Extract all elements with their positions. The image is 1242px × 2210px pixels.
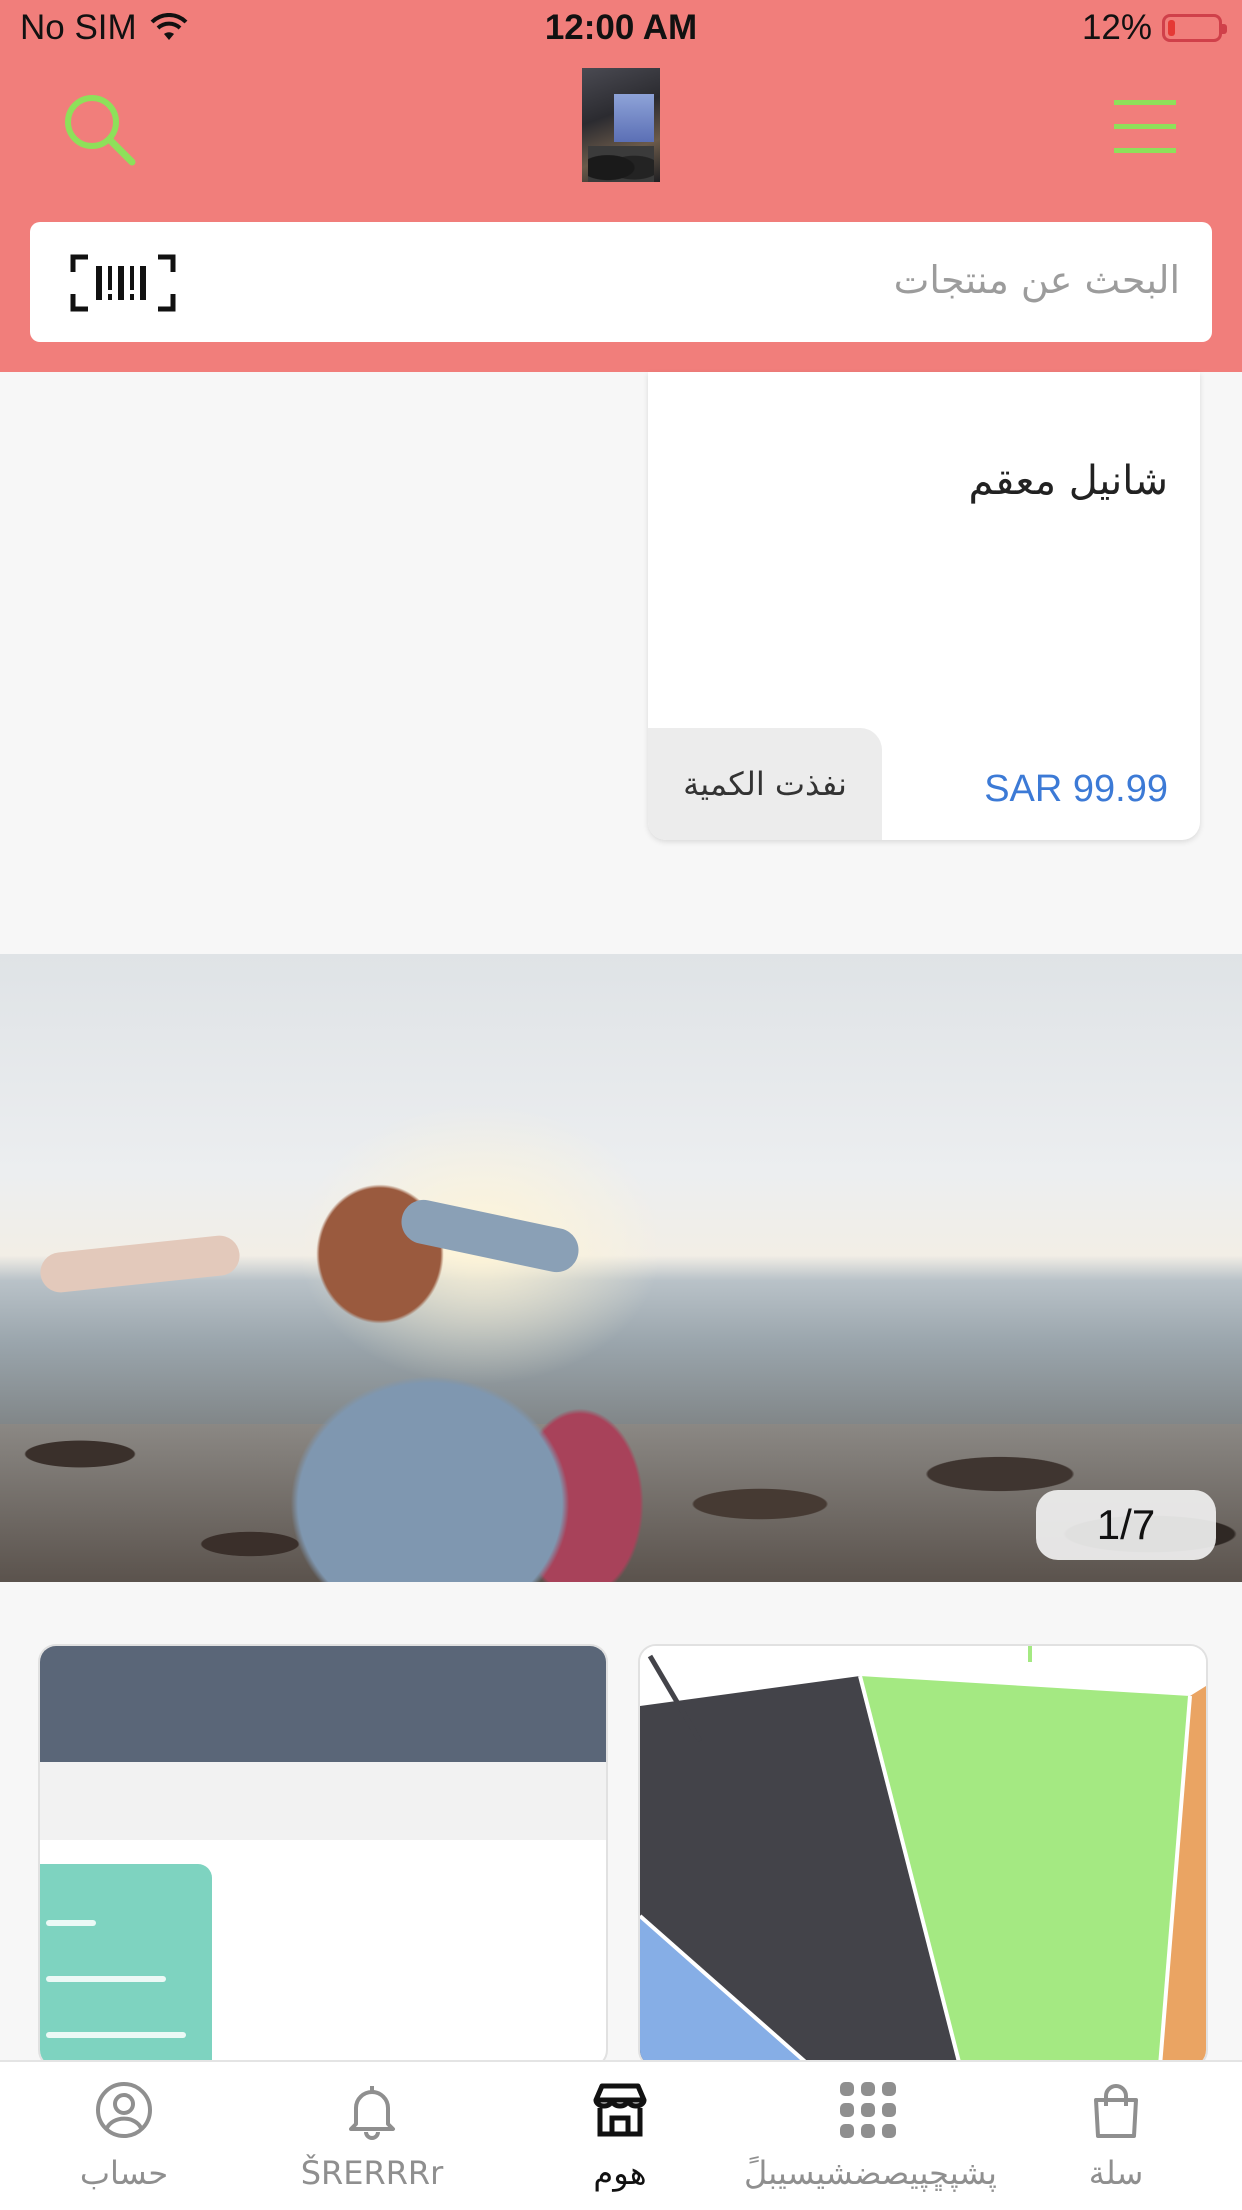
tab-notifications-label: ŠRERRRr xyxy=(300,2154,444,2192)
status-bar: No SIM 12:00 AM 12% xyxy=(0,0,1242,62)
tab-notifications[interactable]: ŠRERRRr xyxy=(248,2062,496,2210)
tab-cart-label: سلة xyxy=(1088,2154,1144,2192)
shopping-bag-icon xyxy=(1094,2084,1138,2138)
tab-cart[interactable]: سلة xyxy=(992,2062,1240,2210)
search-bar[interactable]: البحث عن منتجات xyxy=(30,222,1212,342)
grid-icon xyxy=(840,2082,896,2138)
store-icon xyxy=(593,2083,647,2137)
battery-percent: 12% xyxy=(1081,8,1152,47)
search-icon[interactable] xyxy=(62,92,138,168)
category-tile-right[interactable] xyxy=(638,1644,1208,2068)
tab-home-label: هوم xyxy=(593,2154,647,2192)
tab-home[interactable]: هوم xyxy=(496,2062,744,2210)
tab-categories-label: پشپڇپیصضشيسيبلً xyxy=(744,2154,997,2192)
product-title: شانيل معقم xyxy=(968,458,1169,504)
promo-banner-image[interactable] xyxy=(0,954,1242,1582)
store-logo[interactable] xyxy=(582,68,660,182)
bottom-tab-bar: حساب ŠRERRRr هوم پشپڇپیصضشيسيبلً سلة xyxy=(0,2060,1242,2210)
product-price: SAR 99.99 xyxy=(984,768,1168,810)
battery-icon xyxy=(1162,14,1227,42)
user-circle-icon xyxy=(96,2082,152,2138)
barcode-scan-icon[interactable] xyxy=(70,254,176,312)
pie-graphic xyxy=(640,1646,1206,2066)
product-card[interactable]: شانيل معقم نفذت الكمية SAR 99.99 xyxy=(648,372,1200,840)
status-time: 12:00 AM xyxy=(544,8,698,47)
banner-page-counter: 1/7 xyxy=(1036,1490,1216,1560)
bell-icon xyxy=(349,2086,395,2140)
tile-thumbnail xyxy=(40,1864,212,2066)
tab-account[interactable]: حساب xyxy=(0,2062,248,2210)
hamburger-menu-icon[interactable] xyxy=(1114,100,1176,154)
tab-account-label: حساب xyxy=(79,2154,169,2192)
tab-categories[interactable]: پشپڇپیصضشيسيبلً xyxy=(744,2062,997,2210)
category-tile-left[interactable] xyxy=(38,1644,608,2068)
out-of-stock-badge: نفذت الكمية xyxy=(648,728,882,840)
search-placeholder: البحث عن منتجات xyxy=(893,258,1180,302)
